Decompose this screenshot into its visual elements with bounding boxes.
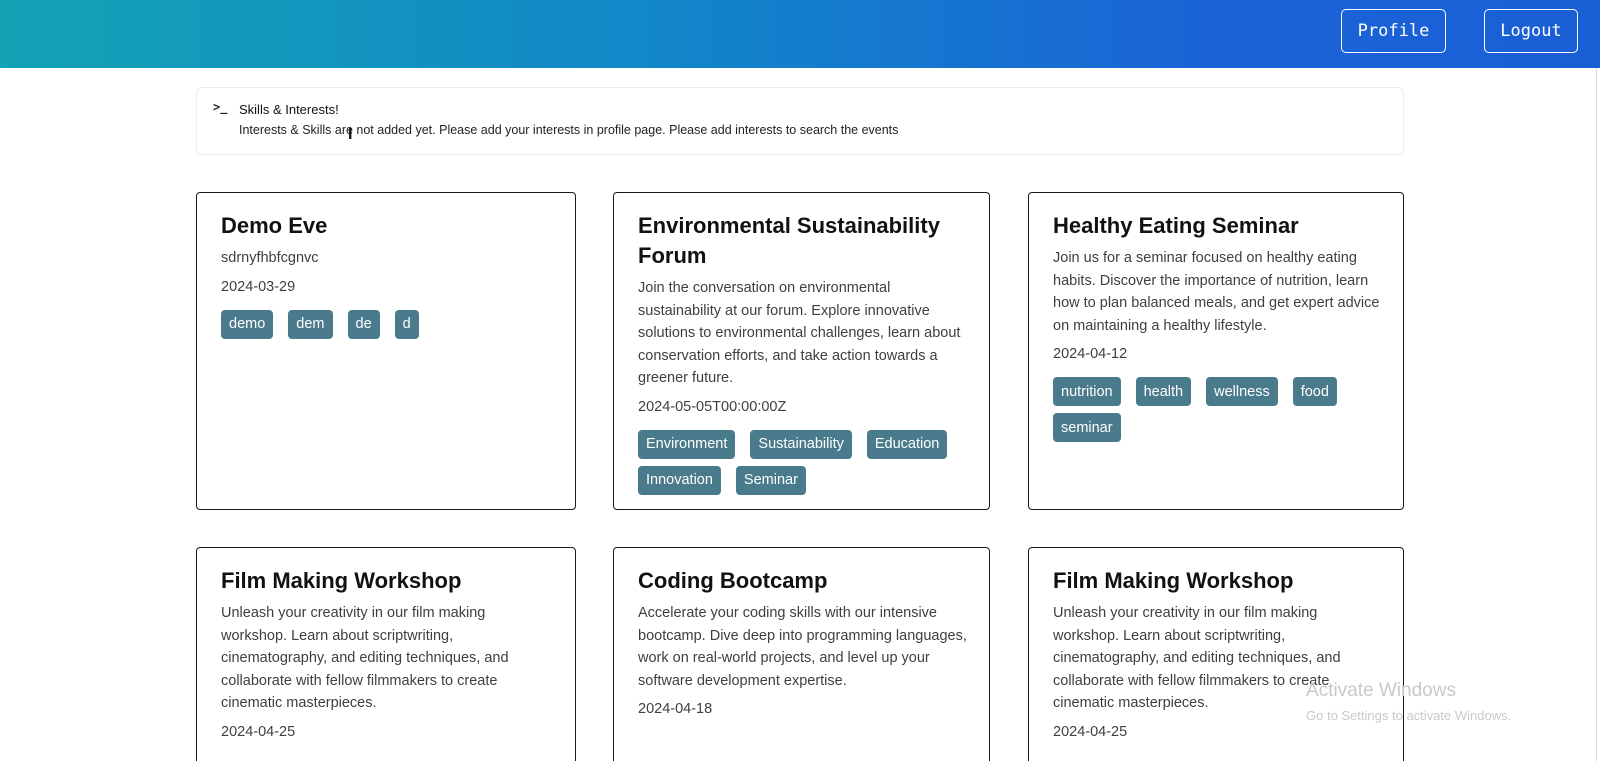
event-title: Coding Bootcamp bbox=[638, 568, 828, 593]
tag-chip[interactable]: health bbox=[1135, 377, 1192, 406]
profile-button[interactable]: Profile bbox=[1341, 9, 1446, 53]
event-title: Demo Eve bbox=[221, 213, 328, 238]
watermark-subtitle: Go to Settings to activate Windows. bbox=[1306, 708, 1512, 723]
event-date: 2024-04-25 bbox=[1053, 723, 1128, 740]
tag-chip[interactable]: Sustainability bbox=[750, 429, 852, 459]
tag-chip[interactable]: demo bbox=[221, 309, 274, 339]
skills-alert: >_ Skills & Interests! Interests & Skill… bbox=[196, 87, 1404, 155]
event-title: Film Making Workshop bbox=[1053, 568, 1294, 593]
tag-chip[interactable]: d bbox=[394, 309, 419, 339]
terminal-icon: >_ bbox=[213, 100, 228, 114]
tag-chip[interactable]: Environment bbox=[638, 429, 736, 459]
scrollbar-track bbox=[1596, 68, 1597, 761]
event-card[interactable]: Demo Eve sdrnyfhbfcgnvc 2024-03-29 demo … bbox=[196, 192, 576, 510]
tag-chip[interactable]: Education bbox=[866, 429, 948, 459]
windows-activation-watermark: Activate Windows Go to Settings to activ… bbox=[1306, 680, 1511, 723]
event-card[interactable]: Film Making Workshop Unleash your creati… bbox=[196, 547, 576, 761]
logout-button[interactable]: Logout bbox=[1484, 9, 1578, 53]
tag-chip[interactable]: nutrition bbox=[1053, 377, 1121, 406]
event-tags: Environment Sustainability Education Inn… bbox=[638, 429, 967, 495]
event-card[interactable]: Coding Bootcamp Accelerate your coding s… bbox=[613, 547, 990, 761]
event-description: Join the conversation on environmental s… bbox=[638, 280, 961, 386]
event-title: Environmental Sustainability Forum bbox=[638, 213, 940, 268]
alert-description: Interests & Skills are not added yet. Pl… bbox=[239, 123, 899, 137]
tag-chip[interactable]: food bbox=[1292, 377, 1337, 406]
top-navbar: Profile Logout bbox=[0, 0, 1600, 68]
event-card[interactable]: Healthy Eating Seminar Join us for a sem… bbox=[1028, 192, 1404, 510]
tag-chip[interactable]: dem bbox=[288, 309, 333, 339]
event-tags: demo dem de d bbox=[221, 309, 553, 339]
event-description: Unleash your creativity in our film maki… bbox=[221, 605, 509, 711]
event-title: Film Making Workshop bbox=[221, 568, 462, 593]
event-tags: nutrition health wellness food seminar bbox=[1053, 377, 1381, 442]
event-description: sdrnyfhbfcgnvc bbox=[221, 250, 319, 266]
tag-chip[interactable]: Innovation bbox=[638, 465, 721, 495]
alert-title: Skills & Interests! bbox=[239, 102, 339, 117]
event-date: 2024-04-18 bbox=[638, 701, 713, 717]
tag-chip[interactable]: Seminar bbox=[735, 465, 806, 495]
event-title: Healthy Eating Seminar bbox=[1053, 213, 1299, 238]
event-card[interactable]: Film Making Workshop Unleash your creati… bbox=[1028, 547, 1404, 761]
event-date: 2024-03-29 bbox=[221, 278, 296, 295]
tag-chip[interactable]: seminar bbox=[1053, 413, 1121, 442]
tag-chip[interactable]: wellness bbox=[1206, 377, 1278, 406]
event-date: 2024-04-12 bbox=[1053, 346, 1128, 362]
event-card[interactable]: Environmental Sustainability Forum Join … bbox=[613, 192, 990, 510]
text-cursor-icon: I bbox=[348, 126, 353, 143]
event-description: Join us for a seminar focused on healthy… bbox=[1053, 250, 1380, 334]
event-description: Accelerate your coding skills with our i… bbox=[638, 605, 967, 689]
event-date: 2024-05-05T00:00:00Z bbox=[638, 398, 787, 415]
watermark-title: Activate Windows bbox=[1306, 680, 1456, 701]
tag-chip[interactable]: de bbox=[347, 309, 380, 339]
event-date: 2024-04-25 bbox=[221, 723, 296, 740]
